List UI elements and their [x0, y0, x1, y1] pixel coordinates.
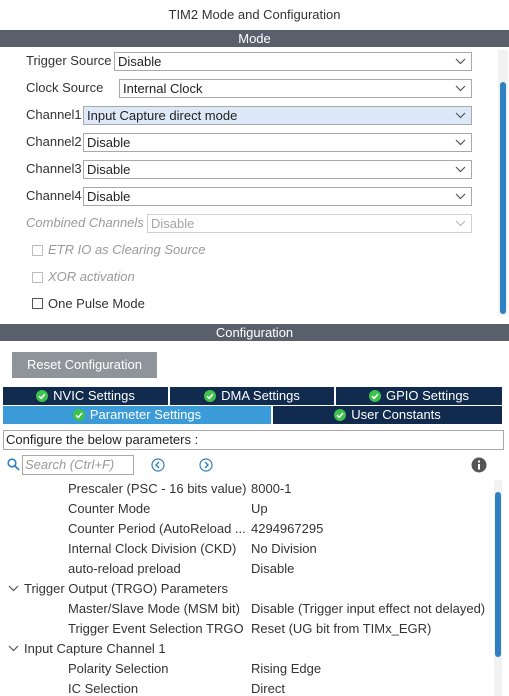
parameter-scrollbar[interactable] [494, 480, 502, 696]
param-name: Internal Clock Division (CKD) [68, 541, 237, 556]
trigger-source-label: Trigger Source [26, 53, 112, 68]
combined-channels-select: Disable [147, 214, 472, 233]
param-value[interactable]: 8000-1 [251, 479, 291, 499]
tab-parameter-settings[interactable]: Parameter Settings [3, 406, 271, 424]
chevron-down-icon [455, 193, 466, 200]
search-previous-icon[interactable] [151, 458, 165, 472]
channel3-label: Channel3 [26, 161, 82, 176]
etr-io-label: ETR IO as Clearing Source [48, 242, 206, 257]
configure-instructions: Configure the below parameters : [3, 430, 504, 450]
param-value[interactable]: No Division [251, 539, 317, 559]
configuration-section-header[interactable]: Configuration [0, 324, 509, 341]
channel2-label: Channel2 [26, 134, 82, 149]
param-row-counter-mode[interactable]: Counter Mode Up [0, 499, 495, 519]
group-trgo-parameters[interactable]: Trigger Output (TRGO) Parameters [8, 579, 228, 599]
param-value[interactable]: Reset (UG bit from TIMx_EGR) [251, 619, 431, 639]
tab-dma-settings[interactable]: DMA Settings [170, 387, 334, 405]
chevron-down-icon [8, 585, 19, 592]
combined-channels-label: Combined Channels [26, 215, 144, 230]
search-icon [7, 458, 20, 471]
param-value[interactable]: Rising Edge [251, 659, 321, 679]
chevron-down-icon [8, 645, 19, 652]
channel2-value: Disable [87, 135, 131, 150]
param-row-clock-division[interactable]: Internal Clock Division (CKD) No Divisio… [0, 539, 495, 559]
param-name: Counter Mode [68, 501, 151, 516]
parameter-scrollbar-thumb[interactable] [495, 492, 501, 657]
param-row-auto-reload[interactable]: auto-reload preload Disable [0, 559, 495, 579]
param-name: auto-reload preload [68, 561, 181, 576]
window-title: TIM2 Mode and Configuration [0, 0, 509, 30]
parameter-tree: Prescaler (PSC - 16 bits value) 8000-1 C… [0, 479, 495, 696]
param-name: Prescaler (PSC - 16 bits value) [68, 481, 246, 496]
chevron-down-icon [455, 220, 466, 227]
channel4-select[interactable]: Disable [83, 187, 472, 206]
tab-label: Parameter Settings [89, 407, 202, 422]
param-row-counter-period[interactable]: Counter Period (AutoReload ... 429496729… [0, 519, 495, 539]
xor-activation-label: XOR activation [48, 269, 135, 284]
search-next-icon[interactable] [199, 458, 213, 472]
param-name: Master/Slave Mode (MSM bit) [68, 601, 240, 616]
combined-channels-value: Disable [151, 216, 195, 231]
param-value[interactable]: Disable (Trigger input effect not delaye… [251, 599, 485, 619]
tab-label: NVIC Settings [53, 388, 135, 403]
one-pulse-mode-label: One Pulse Mode [48, 296, 145, 311]
param-value[interactable]: 4294967295 [251, 519, 323, 539]
tab-label: GPIO Settings [385, 388, 470, 403]
check-circle-icon [368, 389, 381, 402]
chevron-down-icon [455, 139, 466, 146]
tab-label: DMA Settings [221, 388, 300, 403]
mode-panel: Trigger Source Disable Clock Source Inte… [0, 47, 509, 317]
mode-scrollbar-thumb[interactable] [500, 82, 506, 314]
clock-source-select[interactable]: Internal Clock [119, 79, 472, 98]
channel4-value: Disable [87, 189, 131, 204]
mode-scrollbar[interactable] [498, 50, 508, 315]
trigger-source-select[interactable]: Disable [114, 52, 472, 71]
trigger-source-value: Disable [118, 54, 162, 69]
group-input-capture-channel-1[interactable]: Input Capture Channel 1 [8, 639, 166, 659]
mode-section-header[interactable]: Mode [0, 30, 509, 47]
param-name: Trigger Event Selection TRGO [68, 621, 244, 636]
group-label: Trigger Output (TRGO) Parameters [24, 581, 228, 596]
chevron-down-icon [455, 58, 466, 65]
group-label: Input Capture Channel 1 [24, 641, 166, 656]
param-value[interactable]: Direct [251, 679, 285, 696]
channel2-select[interactable]: Disable [83, 133, 472, 152]
param-value[interactable]: Up [251, 499, 268, 519]
channel3-value: Disable [87, 162, 131, 177]
tab-gpio-settings[interactable]: GPIO Settings [336, 387, 502, 405]
tab-label: User Constants [351, 407, 441, 422]
param-row-prescaler[interactable]: Prescaler (PSC - 16 bits value) 8000-1 [0, 479, 495, 499]
info-icon[interactable] [471, 457, 487, 473]
check-circle-icon [72, 408, 85, 421]
channel3-select[interactable]: Disable [83, 160, 472, 179]
tab-user-constants[interactable]: User Constants [273, 406, 502, 424]
param-row-polarity[interactable]: Polarity Selection Rising Edge [0, 659, 495, 679]
param-row-trgo-selection[interactable]: Trigger Event Selection TRGO Reset (UG b… [0, 619, 495, 639]
xor-activation-checkbox [32, 272, 43, 283]
channel1-select[interactable]: Input Capture direct mode [83, 106, 472, 125]
check-circle-icon [36, 389, 49, 402]
one-pulse-mode-checkbox[interactable] [32, 298, 43, 309]
search-input[interactable]: Search (Ctrl+F) [22, 455, 134, 475]
channel1-value: Input Capture direct mode [87, 108, 238, 123]
param-name: Polarity Selection [68, 661, 169, 676]
chevron-down-icon [455, 85, 466, 92]
param-row-msm[interactable]: Master/Slave Mode (MSM bit) Disable (Tri… [0, 599, 495, 619]
clock-source-value: Internal Clock [123, 81, 203, 96]
param-name: Counter Period (AutoReload ... [68, 521, 246, 536]
param-row-ic-selection[interactable]: IC Selection Direct [0, 679, 495, 696]
channel4-label: Channel4 [26, 188, 82, 203]
check-circle-icon [204, 389, 217, 402]
clock-source-label: Clock Source [26, 80, 104, 95]
check-circle-icon [334, 408, 347, 421]
channel1-label: Channel1 [26, 107, 82, 122]
tab-nvic-settings[interactable]: NVIC Settings [3, 387, 168, 405]
chevron-down-icon [455, 112, 466, 119]
etr-io-checkbox [32, 245, 43, 256]
param-value[interactable]: Disable [251, 559, 294, 579]
reset-configuration-button[interactable]: Reset Configuration [12, 352, 157, 378]
param-name: IC Selection [68, 681, 139, 696]
chevron-down-icon [455, 166, 466, 173]
